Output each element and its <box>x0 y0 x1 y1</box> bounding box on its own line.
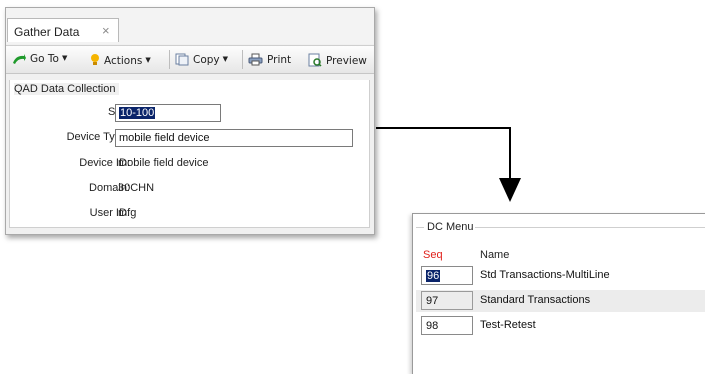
tab-gather-data[interactable]: Gather Data × <box>7 18 119 42</box>
device-type-label: Device Type: <box>66 131 130 143</box>
group-border <box>473 227 705 228</box>
go-to-icon <box>12 53 26 68</box>
preview-label: Preview <box>326 55 367 67</box>
tab-title: Gather Data <box>14 25 80 39</box>
user-id-label: User ID: <box>89 207 130 219</box>
seq-field[interactable]: 96 <box>421 266 473 285</box>
user-id-value: mfg <box>118 207 137 219</box>
toolbar-separator <box>242 50 243 69</box>
menu-item-name: Std Transactions-MultiLine <box>480 269 610 281</box>
toolbar-separator <box>169 50 170 69</box>
tab-close-icon[interactable]: × <box>102 23 110 38</box>
tab-strip: Gather Data × <box>6 8 374 44</box>
actions-lightbulb-icon <box>90 53 100 70</box>
qad-data-collection-section: Site: 10-100 Device Type: mobile field d… <box>9 80 370 228</box>
menu-row[interactable]: 96 Std Transactions-MultiLine <box>416 265 705 287</box>
domain-label: Domain: <box>89 182 130 194</box>
seq-value: 96 <box>426 270 441 282</box>
gather-data-window: Gather Data × Go To ▼ Actions ▼ Copy ▼ Prin… <box>5 7 375 235</box>
group-border <box>416 227 424 228</box>
dropdown-caret-icon: ▼ <box>222 55 229 63</box>
go-to-label: Go To <box>30 53 59 65</box>
menu-item-name: Test-Retest <box>480 319 536 331</box>
print-label: Print <box>267 54 292 66</box>
menu-row[interactable]: 98 Test-Retest <box>416 315 705 337</box>
device-id-value: mobile field device <box>118 157 209 169</box>
down-arrow-icon <box>499 178 521 202</box>
dc-menu-title: DC Menu <box>425 221 476 233</box>
print-icon <box>248 53 263 69</box>
site-value: 10-100 <box>119 107 156 119</box>
column-header-seq: Seq <box>423 249 443 261</box>
dropdown-caret-icon: ▼ <box>145 56 151 64</box>
device-type-value: mobile field device <box>119 132 210 144</box>
column-header-name: Name <box>480 249 510 261</box>
actions-button[interactable]: Actions ▼ <box>90 53 151 70</box>
preview-button[interactable]: Preview <box>308 53 367 70</box>
site-label: Site: <box>10 106 130 118</box>
toolbar: Go To ▼ Actions ▼ Copy ▼ Print Preview <box>6 45 374 74</box>
seq-value: 97 <box>426 295 439 307</box>
menu-row[interactable]: 97 Standard Transactions <box>416 290 705 312</box>
menu-item-name: Standard Transactions <box>480 294 591 306</box>
connector-line <box>376 127 511 129</box>
seq-field[interactable]: 98 <box>421 316 473 335</box>
section-title: QAD Data Collection <box>14 83 119 95</box>
print-button[interactable]: Print <box>248 53 291 69</box>
site-field[interactable]: 10-100 <box>115 104 221 122</box>
copy-button[interactable]: Copy ▼ <box>175 53 228 69</box>
copy-label: Copy <box>193 54 220 66</box>
connector-line <box>509 127 511 179</box>
dropdown-caret-icon: ▼ <box>61 54 68 62</box>
go-to-button[interactable]: Go To ▼ <box>12 53 67 68</box>
preview-icon <box>308 53 322 70</box>
domain-value: 30CHN <box>118 182 155 194</box>
seq-value: 98 <box>426 320 439 332</box>
actions-label: Actions <box>104 55 143 67</box>
device-id-label: Device ID: <box>79 157 130 169</box>
device-type-field[interactable]: mobile field device <box>115 129 353 147</box>
seq-field[interactable]: 97 <box>421 291 473 310</box>
dc-menu-window: DC Menu Seq Name 96 Std Transactions-Mul… <box>412 213 705 374</box>
copy-icon <box>175 53 189 69</box>
